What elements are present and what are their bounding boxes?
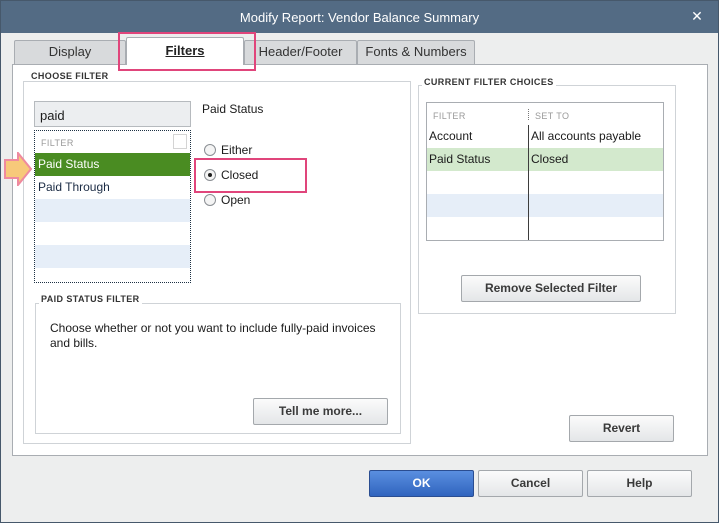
- list-item-empty: [35, 245, 190, 268]
- tab-filters[interactable]: Filters: [126, 37, 244, 65]
- tab-display[interactable]: Display: [14, 40, 126, 64]
- tab-header-footer-label: Header/Footer: [258, 44, 343, 59]
- col-filter-header: FILTER: [433, 111, 466, 121]
- tab-filters-label: Filters: [165, 43, 205, 58]
- radio-selected-dot: [208, 173, 212, 177]
- row-set-to-cell: All accounts payable: [531, 129, 642, 143]
- title-bar: Modify Report: Vendor Balance Summary ✕: [1, 1, 718, 33]
- table-row-empty: [427, 217, 663, 240]
- choose-filter-label: CHOOSE FILTER: [29, 71, 111, 81]
- help-button[interactable]: Help: [587, 470, 692, 497]
- filter-list-header-label: FILTER: [41, 138, 74, 148]
- radio-circle: [204, 144, 216, 156]
- cancel-label: Cancel: [510, 476, 551, 490]
- row-set-to-cell: Closed: [531, 152, 569, 166]
- tell-me-more-label: Tell me more...: [278, 404, 363, 418]
- modify-report-dialog: Modify Report: Vendor Balance Summary ✕ …: [0, 0, 719, 523]
- current-filter-table[interactable]: FILTER SET TO Account All accounts payab…: [426, 102, 664, 241]
- revert-label: Revert: [602, 421, 641, 435]
- tab-fonts-numbers-label: Fonts & Numbers: [365, 44, 467, 59]
- current-filter-label: CURRENT FILTER CHOICES: [422, 77, 556, 87]
- list-item-paid-through[interactable]: Paid Through: [35, 176, 190, 199]
- remove-selected-filter-button[interactable]: Remove Selected Filter: [461, 275, 641, 302]
- radio-closed[interactable]: Closed: [204, 167, 314, 185]
- list-item-empty: [35, 222, 190, 245]
- row-filter-cell: Account: [429, 129, 473, 143]
- radio-circle: [204, 169, 216, 181]
- column-divider: [528, 109, 529, 120]
- row-filter-cell: Paid Status: [429, 152, 491, 166]
- cancel-button[interactable]: Cancel: [478, 470, 583, 497]
- paid-status-title: Paid Status: [202, 102, 264, 116]
- radio-either[interactable]: Either: [204, 142, 314, 160]
- radio-closed-label: Closed: [221, 168, 259, 182]
- list-item-paid-status[interactable]: Paid Status: [35, 153, 190, 176]
- help-label: Help: [626, 476, 653, 490]
- radio-open[interactable]: Open: [204, 192, 314, 210]
- tab-display-label: Display: [48, 44, 92, 59]
- table-row[interactable]: Paid Status Closed: [427, 148, 663, 171]
- paid-status-filter-label: PAID STATUS FILTER: [39, 294, 142, 304]
- filter-description: Choose whether or not you want to includ…: [50, 321, 376, 350]
- ok-button[interactable]: OK: [369, 470, 474, 497]
- filter-search-input[interactable]: paid: [34, 101, 191, 127]
- window-title: Modify Report: Vendor Balance Summary: [239, 10, 480, 25]
- col-set-to-header: SET TO: [535, 111, 570, 121]
- radio-circle: [204, 194, 216, 206]
- remove-selected-filter-label: Remove Selected Filter: [484, 281, 618, 295]
- radio-open-label: Open: [221, 193, 251, 207]
- ok-label: OK: [412, 476, 431, 490]
- table-row-empty: [427, 171, 663, 194]
- filter-list-header: FILTER: [35, 131, 190, 153]
- current-filter-header: FILTER SET TO: [427, 103, 663, 125]
- tab-fonts-numbers[interactable]: Fonts & Numbers: [357, 40, 475, 64]
- table-row[interactable]: Account All accounts payable: [427, 125, 663, 148]
- tab-header-footer[interactable]: Header/Footer: [244, 40, 357, 64]
- tell-me-more-button[interactable]: Tell me more...: [253, 398, 388, 425]
- filter-list[interactable]: FILTER Paid Status Paid Through: [34, 130, 191, 283]
- list-item-empty: [35, 199, 190, 222]
- revert-button[interactable]: Revert: [569, 415, 674, 442]
- close-icon[interactable]: ✕: [690, 9, 704, 23]
- sort-toggle-icon[interactable]: [173, 134, 187, 149]
- table-row-empty: [427, 194, 663, 217]
- column-divider: [528, 125, 529, 240]
- radio-either-label: Either: [221, 143, 253, 157]
- arrow-right-icon: [4, 152, 33, 186]
